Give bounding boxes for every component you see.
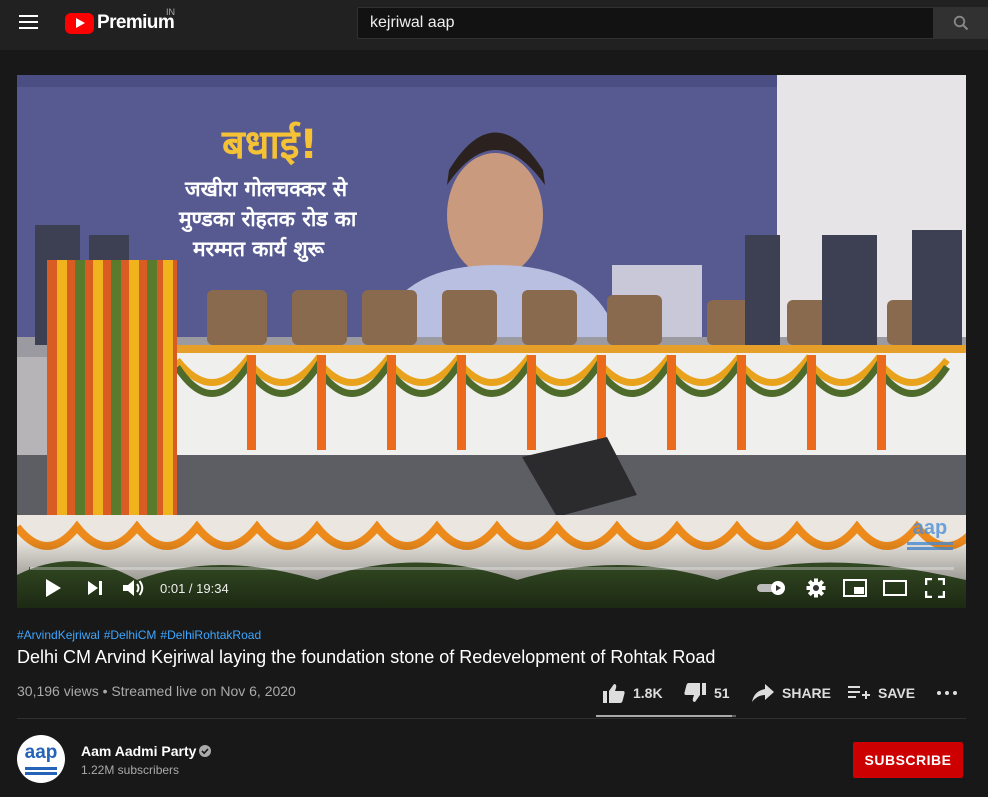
- search-icon: [953, 15, 968, 31]
- meta-separator: •: [98, 683, 112, 699]
- subscribe-button[interactable]: SUBSCRIBE: [853, 742, 963, 778]
- theater-button[interactable]: [882, 575, 908, 601]
- progress-fill: [29, 567, 30, 570]
- hashtag-link[interactable]: #DelhiRohtakRoad: [160, 628, 261, 642]
- hashtag-link[interactable]: #DelhiCM: [104, 628, 157, 642]
- banner-line-2: मुण्डका रोहतक रोड का: [179, 207, 357, 231]
- search-input[interactable]: [358, 8, 933, 38]
- video-title: Delhi CM Arvind Kejriwal laying the foun…: [17, 647, 716, 667]
- like-button[interactable]: 1.8K: [603, 680, 663, 706]
- more-icon: [937, 691, 957, 695]
- progress-bar[interactable]: [29, 567, 954, 570]
- save-button[interactable]: SAVE: [848, 680, 915, 706]
- autoplay-toggle-icon: [757, 581, 785, 595]
- sentiment-bar: [596, 715, 736, 717]
- banner-line-1: जखीरा गोलचक्कर से: [185, 177, 348, 201]
- stream-date: Streamed live on Nov 6, 2020: [111, 683, 296, 699]
- settings-button[interactable]: [803, 575, 829, 601]
- search-button[interactable]: [933, 7, 988, 39]
- avatar-logo-text: aap: [24, 742, 58, 763]
- like-count: 1.8K: [633, 685, 663, 701]
- volume-button[interactable]: [120, 575, 148, 601]
- view-count: 30,196 views: [17, 683, 99, 699]
- subscriber-count: 1.22M subscribers: [81, 763, 180, 777]
- next-button[interactable]: [83, 575, 107, 601]
- watermark-text: aap: [912, 517, 948, 539]
- thumb-down-icon: [684, 683, 706, 702]
- divider: [17, 718, 966, 719]
- share-icon: [752, 684, 774, 702]
- banner-line-3: मरम्मत कार्य शुरू: [193, 237, 324, 261]
- country-code: IN: [166, 7, 175, 17]
- save-icon: [848, 686, 870, 699]
- save-label: SAVE: [878, 685, 916, 701]
- dislike-button[interactable]: 51: [684, 680, 730, 706]
- settings-icon: [806, 578, 826, 598]
- miniplayer-button[interactable]: [842, 575, 868, 601]
- menu-icon[interactable]: [19, 15, 39, 31]
- fullscreen-button[interactable]: [922, 575, 948, 601]
- thumb-up-icon: [603, 684, 625, 703]
- dislike-count: 51: [714, 685, 730, 701]
- share-button[interactable]: SHARE: [752, 680, 831, 706]
- play-button[interactable]: [41, 575, 65, 601]
- top-bar: Premium IN: [0, 0, 988, 50]
- youtube-logo[interactable]: Premium: [65, 11, 175, 35]
- sentiment-fill: [596, 715, 732, 717]
- banner-heading: बधाई!: [222, 122, 318, 168]
- time-display: 0:01 / 19:34: [160, 581, 229, 596]
- volume-icon: [123, 580, 144, 596]
- hashtags: #ArvindKejriwal #DelhiCM #DelhiRohtakRoa…: [17, 628, 261, 642]
- verified-icon: [199, 745, 211, 757]
- video-frame: [17, 75, 966, 608]
- fullscreen-icon: [925, 578, 945, 598]
- next-icon: [88, 581, 102, 595]
- play-icon: [46, 579, 61, 597]
- youtube-logo-icon: [65, 12, 94, 34]
- channel-name[interactable]: Aam Aadmi Party: [81, 743, 196, 759]
- hashtag-link[interactable]: #ArvindKejriwal: [17, 628, 100, 642]
- search-box: [357, 7, 933, 39]
- miniplayer-icon: [843, 579, 867, 597]
- autoplay-toggle[interactable]: [755, 575, 787, 601]
- logo-text: Premium: [97, 12, 175, 33]
- video-player[interactable]: बधाई! जखीरा गोलचक्कर से मुण्डका रोहतक रो…: [17, 75, 966, 608]
- theater-icon: [883, 580, 907, 596]
- channel-avatar[interactable]: aap: [17, 735, 65, 783]
- share-label: SHARE: [782, 685, 832, 701]
- video-meta: 30,196 views • Streamed live on Nov 6, 2…: [17, 683, 296, 699]
- more-actions-button[interactable]: [936, 680, 958, 706]
